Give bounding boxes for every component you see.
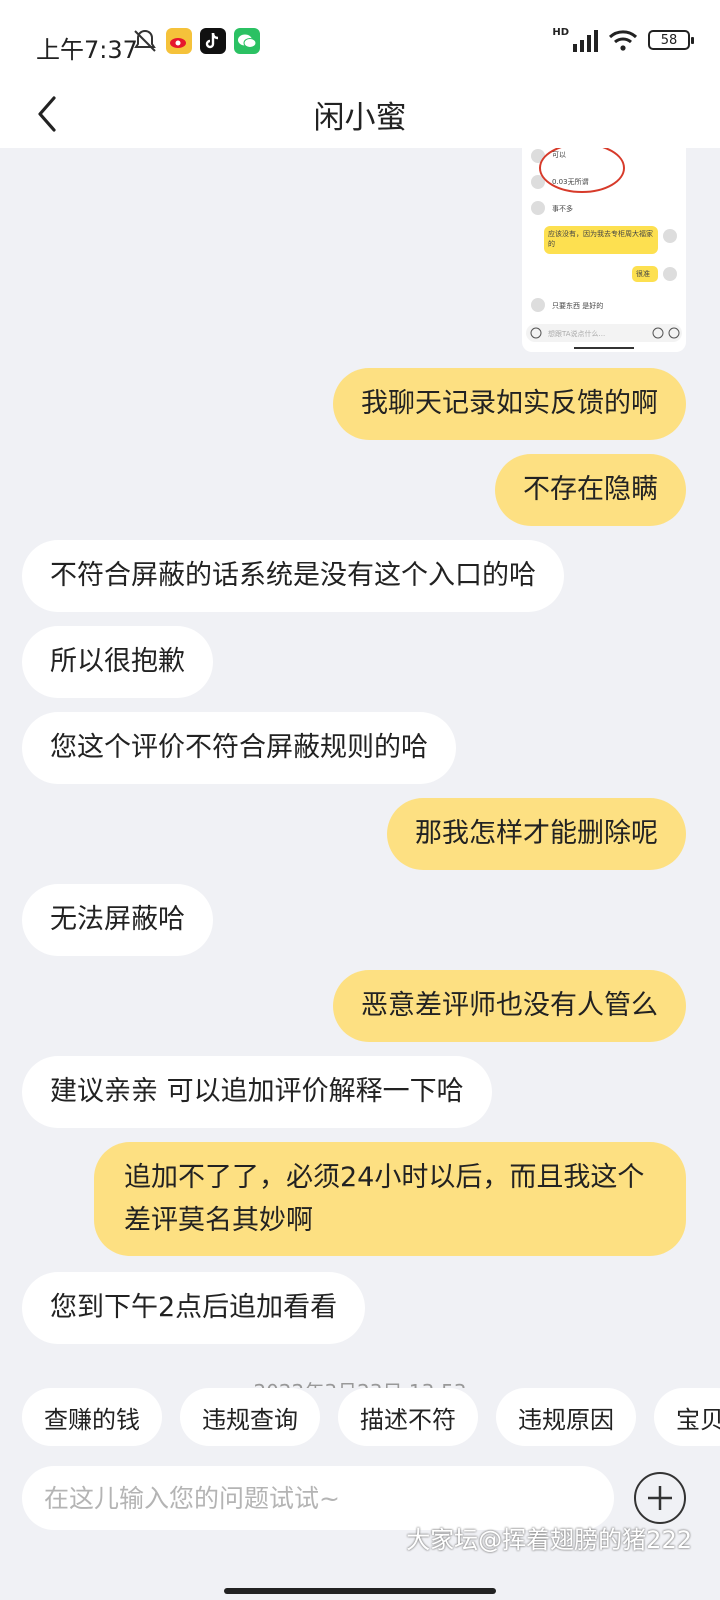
mute-icon xyxy=(134,29,156,52)
status-time: 上午7:37 xyxy=(36,36,138,64)
message-bubble-sent[interactable]: 那我怎样才能删除呢 xyxy=(387,798,686,870)
message-bubble-received[interactable]: 所以很抱歉 xyxy=(22,626,213,698)
message-bubble-received[interactable]: 您这个评价不符合屏蔽规则的哈 xyxy=(22,712,456,784)
chat-messages[interactable]: 可以 0.03无所谓 事不多 应该没有，因为我去专柜周大福家的 很准 只要东西 … xyxy=(0,148,720,1388)
wechat-icon xyxy=(234,28,260,54)
screenshot-text: 可以 xyxy=(552,151,566,159)
quick-reply-chip[interactable]: 违规查询 xyxy=(180,1388,320,1446)
add-attachment-button[interactable] xyxy=(634,1472,686,1524)
screenshot-text: 很准 xyxy=(636,270,650,278)
message-timestamp: 2022年3月23日 13:53 xyxy=(0,1376,720,1388)
battery-level: 58 xyxy=(660,32,678,48)
tiktok-icon xyxy=(200,28,226,54)
quick-reply-chip[interactable]: 宝贝 xyxy=(654,1388,720,1446)
page-title: 闲小蜜 xyxy=(313,100,407,136)
quick-reply-chip[interactable]: 违规原因 xyxy=(496,1388,636,1446)
system-status: HD 58 xyxy=(552,26,694,52)
message-bubble-sent[interactable]: 我聊天记录如实反馈的啊 xyxy=(333,368,686,440)
message-bubble-sent[interactable]: 不存在隐瞒 xyxy=(495,454,686,526)
nav-bar: 闲小蜜 xyxy=(0,80,720,148)
message-bubble-received[interactable]: 无法屏蔽哈 xyxy=(22,884,213,956)
sent-screenshot-image[interactable]: 可以 0.03无所谓 事不多 应该没有，因为我去专柜周大福家的 很准 只要东西 … xyxy=(522,148,686,352)
notification-icons xyxy=(132,28,260,54)
plus-icon xyxy=(648,1486,672,1510)
quick-reply-chip[interactable]: 描述不符 xyxy=(338,1388,478,1446)
status-bar: 上午7:37 HD 58 xyxy=(0,0,720,80)
watermark: 大家坛@挥着翅膀的猪222 xyxy=(406,1526,692,1554)
signal-icon xyxy=(573,28,598,52)
message-bubble-received[interactable]: 建议亲亲 可以追加评价解释一下哈 xyxy=(22,1056,492,1128)
message-bubble-sent[interactable]: 追加不了了，必须24小时以后，而且我这个差评莫名其妙啊 xyxy=(94,1142,686,1256)
wifi-icon xyxy=(608,30,638,51)
weibo-icon xyxy=(166,28,192,54)
screenshot-text: 应该没有，因为我去专柜周大福家的 xyxy=(548,230,653,248)
quick-reply-bar[interactable]: 查赚的钱 违规查询 描述不符 违规原因 宝贝 xyxy=(0,1388,720,1454)
screenshot-text: 想跟TA说点什么... xyxy=(548,330,606,338)
network-type: HD xyxy=(552,26,569,38)
message-bubble-received[interactable]: 不符合屏蔽的话系统是没有这个入口的哈 xyxy=(22,540,564,612)
message-bubble-sent[interactable]: 恶意差评师也没有人管么 xyxy=(333,970,686,1042)
home-indicator[interactable] xyxy=(224,1588,496,1594)
quick-reply-chip[interactable]: 查赚的钱 xyxy=(22,1388,162,1446)
battery-icon: 58 xyxy=(648,30,694,50)
screenshot-text: 事不多 xyxy=(552,205,573,213)
message-bubble-received[interactable]: 您到下午2点后追加看看 xyxy=(22,1272,366,1344)
screenshot-text: 只要东西 是好的 xyxy=(552,302,604,310)
screenshot-text: 0.03无所谓 xyxy=(552,178,589,186)
